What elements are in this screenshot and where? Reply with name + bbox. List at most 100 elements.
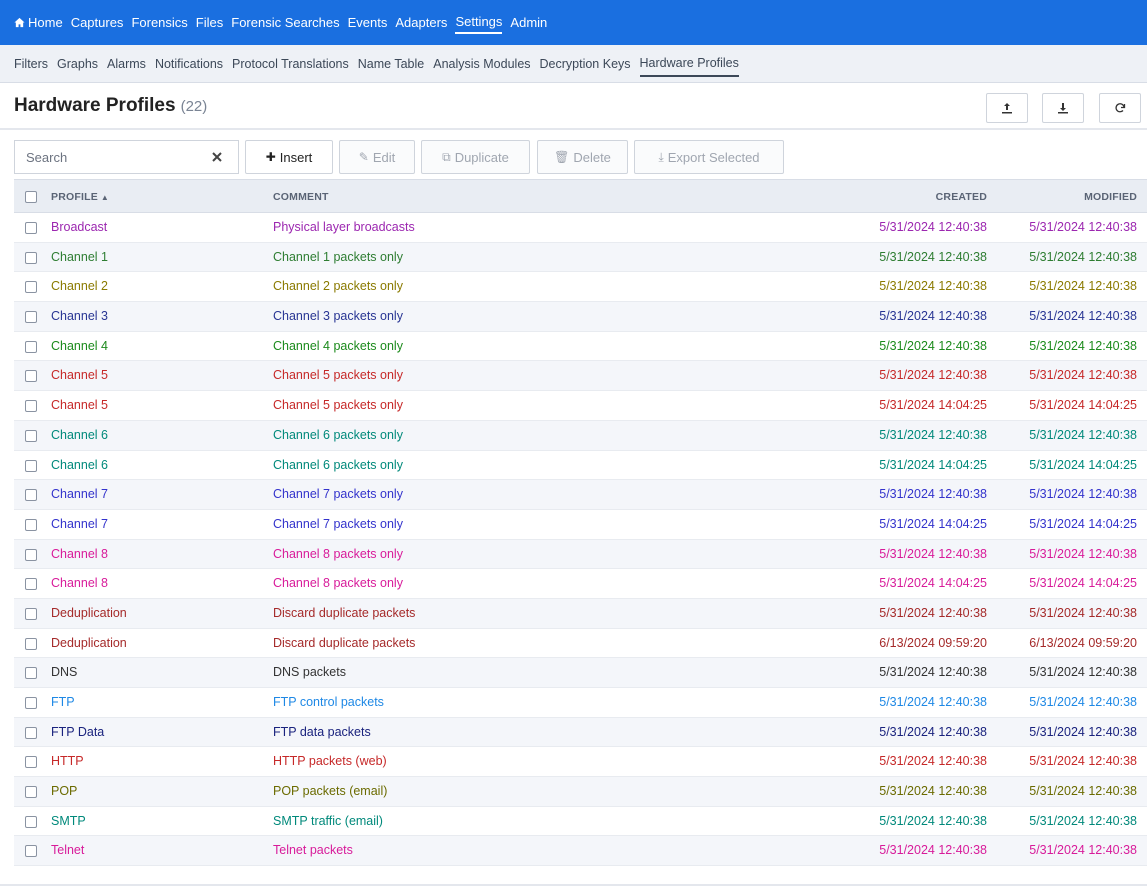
row-checkbox[interactable]	[25, 340, 37, 353]
row-checkbox[interactable]	[25, 429, 37, 442]
row-checkbox[interactable]	[25, 667, 37, 680]
cell-modified: 5/31/2024 14:04:25	[1029, 398, 1137, 413]
clear-icon[interactable]	[212, 152, 222, 162]
edit-button[interactable]: ✎ Edit	[339, 140, 415, 174]
row-checkbox[interactable]	[25, 311, 37, 324]
cell-comment: Channel 7 packets only	[273, 516, 403, 531]
table-row[interactable]: Channel 4 Channel 4 packets only 5/31/2024…	[14, 332, 1147, 362]
cell-comment: Telnet packets	[273, 843, 353, 858]
nav-item-adapters[interactable]: Adapters	[395, 12, 447, 33]
table-row[interactable]: SMTP SMTP traffic (email) 5/31/2024 12:40:…	[14, 807, 1147, 837]
row-checkbox[interactable]	[25, 251, 37, 264]
row-checkbox[interactable]	[25, 459, 37, 472]
duplicate-button[interactable]: ⧉ Duplicate	[421, 140, 530, 174]
table-row[interactable]: Channel 3 Channel 3 packets only 5/31/2024…	[14, 302, 1147, 332]
cell-profile: Channel 6	[51, 457, 108, 472]
insert-button[interactable]: ✚ Insert	[245, 140, 333, 174]
table-row[interactable]: Channel 6 Channel 6 packets only 5/31/2024…	[14, 451, 1147, 481]
subnav-item-protocol-translations[interactable]: Protocol Translations	[232, 52, 349, 76]
nav-item-home[interactable]: Home	[14, 12, 63, 33]
table-row[interactable]: Channel 8 Channel 8 packets only 5/31/2024…	[14, 569, 1147, 599]
import-button[interactable]	[986, 93, 1028, 123]
upload-icon	[1002, 103, 1012, 114]
row-checkbox[interactable]	[25, 281, 37, 294]
table-row[interactable]: DNS DNS packets 5/31/2024 12:40:38 5/31/202…	[14, 658, 1147, 688]
table-header: PROFILE ▲ COMMENT CREATED MODIFIED	[14, 179, 1147, 213]
table-row[interactable]: Channel 2 Channel 2 packets only 5/31/2024…	[14, 272, 1147, 303]
refresh-button[interactable]	[1099, 93, 1141, 123]
table-row[interactable]: FTP Data FTP data packets 5/31/2024 12:40:…	[14, 717, 1147, 748]
table-row[interactable]: Channel 6 Channel 6 packets only 5/31/2024…	[14, 420, 1147, 451]
table-row[interactable]: Channel 5 Channel 5 packets only 5/31/2024…	[14, 391, 1147, 421]
cell-modified: 5/31/2024 12:40:38	[1029, 368, 1137, 383]
column-profile[interactable]: PROFILE ▲	[51, 180, 109, 214]
table-row[interactable]: Telnet Telnet packets 5/31/2024 12:40:38 5/…	[14, 836, 1147, 867]
export-button[interactable]	[1042, 93, 1084, 123]
nav-item-captures[interactable]: Captures	[71, 12, 124, 33]
table-row[interactable]: Deduplication Discard duplicate packets 5/…	[14, 598, 1147, 629]
table-row[interactable]: HTTP HTTP packets (web) 5/31/2024 12:40:38…	[14, 747, 1147, 778]
row-checkbox[interactable]	[25, 489, 37, 502]
nav-item-files[interactable]: Files	[196, 12, 223, 33]
cell-comment: Channel 8 packets only	[273, 576, 403, 591]
export-selected-button[interactable]: ⤓ Export Selected	[634, 140, 784, 174]
subnav-item-filters[interactable]: Filters	[14, 52, 48, 76]
table-row[interactable]: Channel 5 Channel 5 packets only 5/31/2024…	[14, 361, 1147, 392]
row-checkbox[interactable]	[25, 726, 37, 739]
cell-comment: Channel 3 packets only	[273, 309, 403, 324]
table-row[interactable]: Channel 1 Channel 1 packets only 5/31/2024…	[14, 242, 1147, 273]
subnav-item-analysis-modules[interactable]: Analysis Modules	[433, 52, 530, 76]
refresh-icon	[1115, 103, 1126, 113]
column-comment[interactable]: COMMENT	[273, 180, 329, 214]
cell-comment: POP packets (email)	[273, 784, 388, 799]
row-checkbox[interactable]	[25, 518, 37, 531]
row-checkbox[interactable]	[25, 370, 37, 383]
cell-comment: Discard duplicate packets	[273, 635, 416, 650]
cell-modified: 5/31/2024 12:40:38	[1029, 724, 1137, 739]
column-modified[interactable]: MODIFIED	[1084, 180, 1137, 214]
subnav-item-graphs[interactable]: Graphs	[57, 52, 98, 76]
cell-profile: Channel 8	[51, 576, 108, 591]
cell-modified: 5/31/2024 12:40:38	[1029, 427, 1137, 442]
toolbar: ✚Insert ✎Edit ⧉Duplicate 🗑Delete ⤓Export…	[0, 140, 1147, 174]
row-checkbox[interactable]	[25, 222, 37, 234]
nav-item-forensic-searches[interactable]: Forensic Searches	[231, 12, 339, 33]
nav-item-events[interactable]: Events	[348, 12, 388, 33]
table-row[interactable]: Channel 8 Channel 8 packets only 5/31/2024…	[14, 539, 1147, 570]
table-row[interactable]: POP POP packets (email) 5/31/2024 12:40:38…	[14, 777, 1147, 807]
cell-comment: Channel 5 packets only	[273, 398, 403, 413]
row-checkbox[interactable]	[25, 578, 37, 591]
subnav-item-name-table[interactable]: Name Table	[358, 52, 424, 76]
subnav-item-notifications[interactable]: Notifications	[155, 52, 223, 76]
subnav-item-hardware-profiles[interactable]: Hardware Profiles	[639, 51, 739, 77]
column-created[interactable]: CREATED	[936, 180, 987, 214]
row-checkbox[interactable]	[25, 548, 37, 561]
nav-item-settings[interactable]: Settings	[455, 11, 503, 34]
row-checkbox[interactable]	[25, 845, 37, 858]
cell-created: 5/31/2024 12:40:38	[879, 338, 987, 353]
top-nav: Home Captures Forensics Files Forensic Searc…	[0, 0, 1147, 45]
table-row[interactable]: FTP FTP control packets 5/31/2024 12:40:38…	[14, 688, 1147, 718]
subnav-item-decryption-keys[interactable]: Decryption Keys	[540, 52, 631, 76]
row-checkbox[interactable]	[25, 637, 37, 650]
nav-item-forensics[interactable]: Forensics	[131, 12, 187, 33]
row-checkbox[interactable]	[25, 756, 37, 769]
row-checkbox[interactable]	[25, 400, 37, 413]
subnav-item-alarms[interactable]: Alarms	[107, 52, 146, 76]
cell-profile: Telnet	[51, 843, 85, 858]
select-all-checkbox[interactable]	[25, 191, 37, 203]
nav-item-admin[interactable]: Admin	[510, 12, 547, 33]
table-row[interactable]: Channel 7 Channel 7 packets only 5/31/2024…	[14, 480, 1147, 510]
row-checkbox[interactable]	[25, 815, 37, 828]
row-checkbox[interactable]	[25, 607, 37, 620]
settings-subnav: Filters Graphs Alarms Notifications Protocol…	[0, 45, 1147, 83]
cell-created: 5/31/2024 12:40:38	[879, 309, 987, 324]
cell-comment: DNS packets	[273, 665, 346, 680]
search-input[interactable]	[26, 149, 196, 165]
table-row[interactable]: Channel 7 Channel 7 packets only 5/31/2024…	[14, 510, 1147, 540]
row-checkbox[interactable]	[25, 786, 37, 799]
table-row[interactable]: Broadcast Physical layer broadcasts 5/31/2…	[14, 213, 1147, 243]
row-checkbox[interactable]	[25, 697, 37, 709]
table-row[interactable]: Deduplication Discard duplicate packets 6/…	[14, 629, 1147, 659]
delete-button[interactable]: 🗑 Delete	[537, 140, 628, 174]
